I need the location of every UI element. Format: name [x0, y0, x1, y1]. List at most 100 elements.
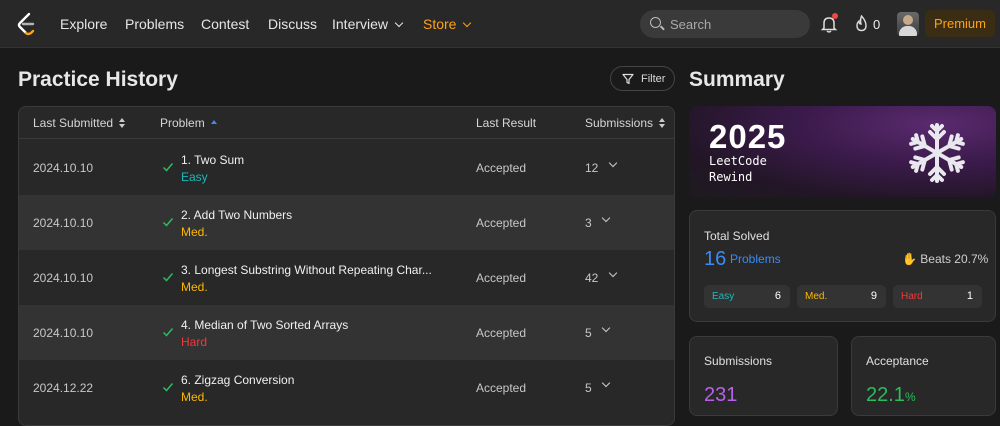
acceptance-rate: 22.1% [866, 384, 916, 407]
nav-interview[interactable]: Interview [332, 16, 404, 32]
hard-label: Hard [901, 291, 923, 302]
snowflake-icon [907, 123, 967, 183]
col-last-submitted[interactable]: Last Submitted [33, 116, 126, 130]
filter-label: Filter [641, 73, 666, 85]
submissions-label: Submissions [704, 354, 773, 368]
submissions-value: 231 [704, 384, 738, 406]
summary-title: Summary [689, 68, 785, 91]
nav-contest[interactable]: Contest [201, 16, 249, 32]
col-submissions-label: Submissions [585, 116, 654, 130]
acceptance-value: 22.1 [866, 384, 905, 406]
row-submissions: 42 [585, 271, 599, 285]
filter-icon [622, 73, 634, 85]
row-submissions: 5 [585, 381, 592, 395]
easy-count-pill: Easy 6 [704, 285, 790, 308]
nav-interview-label: Interview [332, 16, 389, 32]
check-icon [162, 218, 174, 227]
chevron-down-icon [463, 18, 472, 28]
row-problem-link[interactable]: 3. Longest Substring Without Repeating C… [181, 263, 432, 277]
sort-icon [119, 118, 126, 128]
col-problem-label: Problem [160, 116, 205, 130]
expand-chevron-icon[interactable] [608, 268, 618, 278]
col-last-submitted-label: Last Submitted [33, 116, 114, 130]
submissions-card: Submissions 231 [689, 336, 838, 416]
streak-count: 0 [873, 17, 881, 32]
acceptance-unit: % [904, 390, 916, 404]
col-problem[interactable]: Problem [160, 116, 218, 130]
filter-button[interactable]: Filter [610, 66, 675, 91]
practice-history-table: Last Submitted Problem Last Result Submi… [18, 106, 675, 426]
row-difficulty: Easy [181, 170, 208, 184]
avatar[interactable] [897, 12, 919, 36]
easy-count: 6 [774, 290, 781, 302]
row-problem-link[interactable]: 1. Two Sum [181, 153, 244, 167]
row-problem-link[interactable]: 4. Median of Two Sorted Arrays [181, 318, 348, 332]
banner-line2: Rewind [709, 170, 753, 184]
col-last-result: Last Result [476, 116, 537, 130]
expand-chevron-icon[interactable] [601, 378, 611, 388]
hard-count: 1 [966, 290, 973, 302]
banner-line1: LeetCode [709, 154, 767, 168]
table-row[interactable]: 2024.12.22 6. Zigzag Conversion Med. Acc… [19, 360, 674, 415]
nav-store[interactable]: Store [423, 16, 472, 32]
row-submissions: 5 [585, 326, 592, 340]
row-submissions: 12 [585, 161, 599, 175]
rewind-banner[interactable]: 2025 LeetCode Rewind [689, 106, 996, 197]
row-date: 2024.10.10 [33, 271, 94, 285]
table-header: Last Submitted Problem Last Result Submi… [19, 107, 674, 139]
row-difficulty: Med. [181, 390, 208, 404]
table-row[interactable]: 2024.10.10 3. Longest Substring Without … [19, 250, 674, 305]
row-difficulty: Med. [181, 225, 208, 239]
row-result: Accepted [476, 161, 527, 175]
check-icon [162, 328, 174, 337]
sort-icon [659, 118, 666, 128]
easy-label: Easy [712, 291, 735, 302]
top-navbar: Explore Problems Contest Discuss Intervi… [0, 0, 1000, 48]
search-icon [650, 17, 661, 28]
table-row[interactable]: 2024.10.10 2. Add Two Numbers Med. Accep… [19, 195, 674, 250]
row-result: Accepted [476, 271, 527, 285]
table-row[interactable]: 2024.10.10 4. Median of Two Sorted Array… [19, 305, 674, 360]
medium-count-pill: Med. 9 [797, 285, 886, 308]
acceptance-card: Acceptance 22.1% [851, 336, 996, 416]
row-date: 2024.10.10 [33, 326, 94, 340]
row-date: 2024.12.22 [33, 381, 94, 395]
check-icon [162, 273, 174, 282]
beats-text: Beats 20.7% [920, 252, 989, 266]
row-difficulty: Hard [181, 335, 208, 349]
total-solved-card: Total Solved 1 6 Problems ✋ Beats 20.7% E… [689, 210, 996, 322]
row-difficulty: Med. [181, 280, 208, 294]
medium-count: 9 [870, 290, 877, 302]
row-result: Accepted [476, 326, 527, 340]
row-problem-link[interactable]: 6. Zigzag Conversion [181, 373, 294, 387]
search-input[interactable]: Search [640, 10, 810, 38]
total-solved-label: Total Solved [704, 229, 770, 243]
chevron-down-icon [394, 18, 404, 28]
nav-problems[interactable]: Problems [125, 16, 184, 32]
hard-count-pill: Hard 1 [893, 285, 982, 308]
table-row[interactable]: 2024.10.10 1. Two Sum Easy Accepted 12 [19, 140, 674, 195]
premium-button[interactable]: Premium [925, 10, 995, 37]
clap-icon: ✋ [902, 252, 921, 266]
row-date: 2024.10.10 [33, 216, 94, 230]
expand-chevron-icon[interactable] [608, 158, 618, 168]
col-submissions[interactable]: Submissions [585, 116, 666, 130]
row-result: Accepted [476, 216, 527, 230]
nav-explore[interactable]: Explore [60, 16, 107, 32]
total-solved-unit: Problems [730, 252, 781, 266]
row-problem-link[interactable]: 2. Add Two Numbers [181, 208, 292, 222]
acceptance-label: Acceptance [866, 354, 929, 368]
streak-flame-icon[interactable] [855, 15, 868, 32]
expand-chevron-icon[interactable] [601, 213, 611, 223]
practice-history-title: Practice History [18, 68, 178, 91]
nav-store-label: Store [423, 16, 457, 32]
leetcode-logo-icon[interactable] [14, 11, 38, 37]
search-placeholder: Search [670, 17, 712, 32]
row-date: 2024.10.10 [33, 161, 94, 175]
row-submissions: 3 [585, 216, 592, 230]
nav-discuss[interactable]: Discuss [268, 16, 317, 32]
check-icon [162, 163, 174, 172]
expand-chevron-icon[interactable] [601, 323, 611, 333]
sort-ascending-icon [210, 118, 218, 128]
medium-label: Med. [805, 291, 828, 302]
